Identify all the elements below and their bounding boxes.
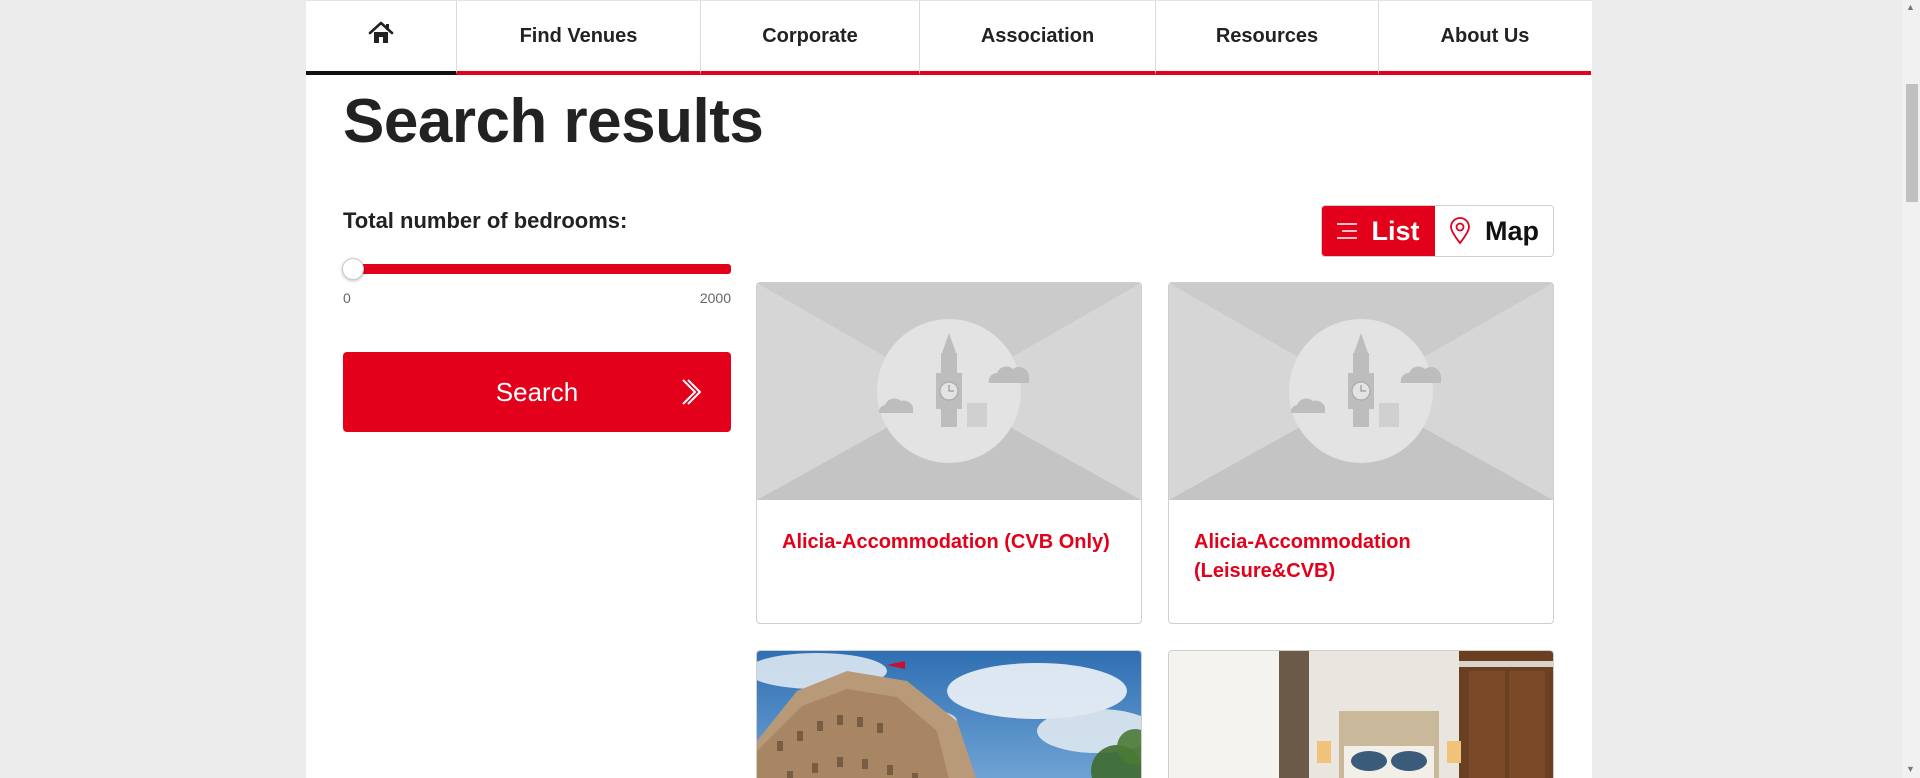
venue-card[interactable]: Alicia-Accommodation (CVB Only) bbox=[756, 282, 1142, 624]
placeholder-image bbox=[1169, 283, 1553, 500]
bedrooms-filter-label: Total number of bedrooms: bbox=[343, 208, 628, 233]
slider-min-label: 0 bbox=[343, 290, 351, 306]
venue-card[interactable] bbox=[756, 650, 1142, 778]
page-container: Find Venues Corporate Association Resour… bbox=[306, 0, 1592, 778]
search-button[interactable]: Search bbox=[343, 352, 731, 432]
scrollbar-thumb[interactable] bbox=[1906, 84, 1918, 202]
nav-corporate[interactable]: Corporate bbox=[701, 1, 920, 75]
view-toggle: List Map bbox=[1321, 205, 1554, 257]
nav-find-venues[interactable]: Find Venues bbox=[457, 1, 701, 75]
page-scrollbar[interactable]: ▲ ▼ bbox=[1902, 0, 1920, 778]
venue-card[interactable] bbox=[1168, 650, 1554, 778]
nav-label: Association bbox=[980, 24, 1095, 47]
nav-label: Resources bbox=[1215, 24, 1319, 47]
map-view-label: Map bbox=[1485, 215, 1539, 246]
main-nav: Find Venues Corporate Association Resour… bbox=[306, 0, 1592, 75]
scroll-down-arrow[interactable]: ▼ bbox=[1906, 764, 1915, 774]
placeholder-image bbox=[757, 283, 1141, 500]
map-pin-icon bbox=[1450, 217, 1470, 245]
list-view-button[interactable]: List bbox=[1322, 206, 1435, 256]
nav-label: Corporate bbox=[762, 24, 858, 47]
slider-max-label: 2000 bbox=[699, 290, 731, 306]
nav-home[interactable] bbox=[306, 1, 457, 75]
bedrooms-slider-handle[interactable] bbox=[342, 258, 364, 280]
list-view-label: List bbox=[1371, 215, 1420, 246]
nav-label: About Us bbox=[1440, 24, 1530, 47]
venue-card[interactable]: Alicia-Accommodation (Leisure&CVB) bbox=[1168, 282, 1554, 624]
list-icon bbox=[1337, 223, 1358, 239]
venue-card-title[interactable]: Alicia-Accommodation (Leisure&CVB) bbox=[1194, 528, 1534, 586]
nav-about-us[interactable]: About Us bbox=[1379, 1, 1591, 75]
home-icon bbox=[367, 19, 395, 53]
venue-photo bbox=[757, 651, 1141, 778]
nav-resources[interactable]: Resources bbox=[1156, 1, 1379, 75]
map-view-button[interactable]: Map bbox=[1435, 206, 1553, 256]
chevron-right-icon bbox=[682, 379, 702, 405]
venue-card-title[interactable]: Alicia-Accommodation (CVB Only) bbox=[782, 528, 1122, 557]
search-button-label: Search bbox=[495, 376, 579, 407]
nav-association[interactable]: Association bbox=[920, 1, 1156, 75]
nav-label: Find Venues bbox=[519, 24, 638, 47]
page-title: Search results bbox=[343, 87, 764, 156]
bedrooms-slider-track[interactable] bbox=[343, 264, 731, 274]
scroll-up-arrow[interactable]: ▲ bbox=[1906, 2, 1915, 12]
venue-photo bbox=[1169, 651, 1553, 778]
